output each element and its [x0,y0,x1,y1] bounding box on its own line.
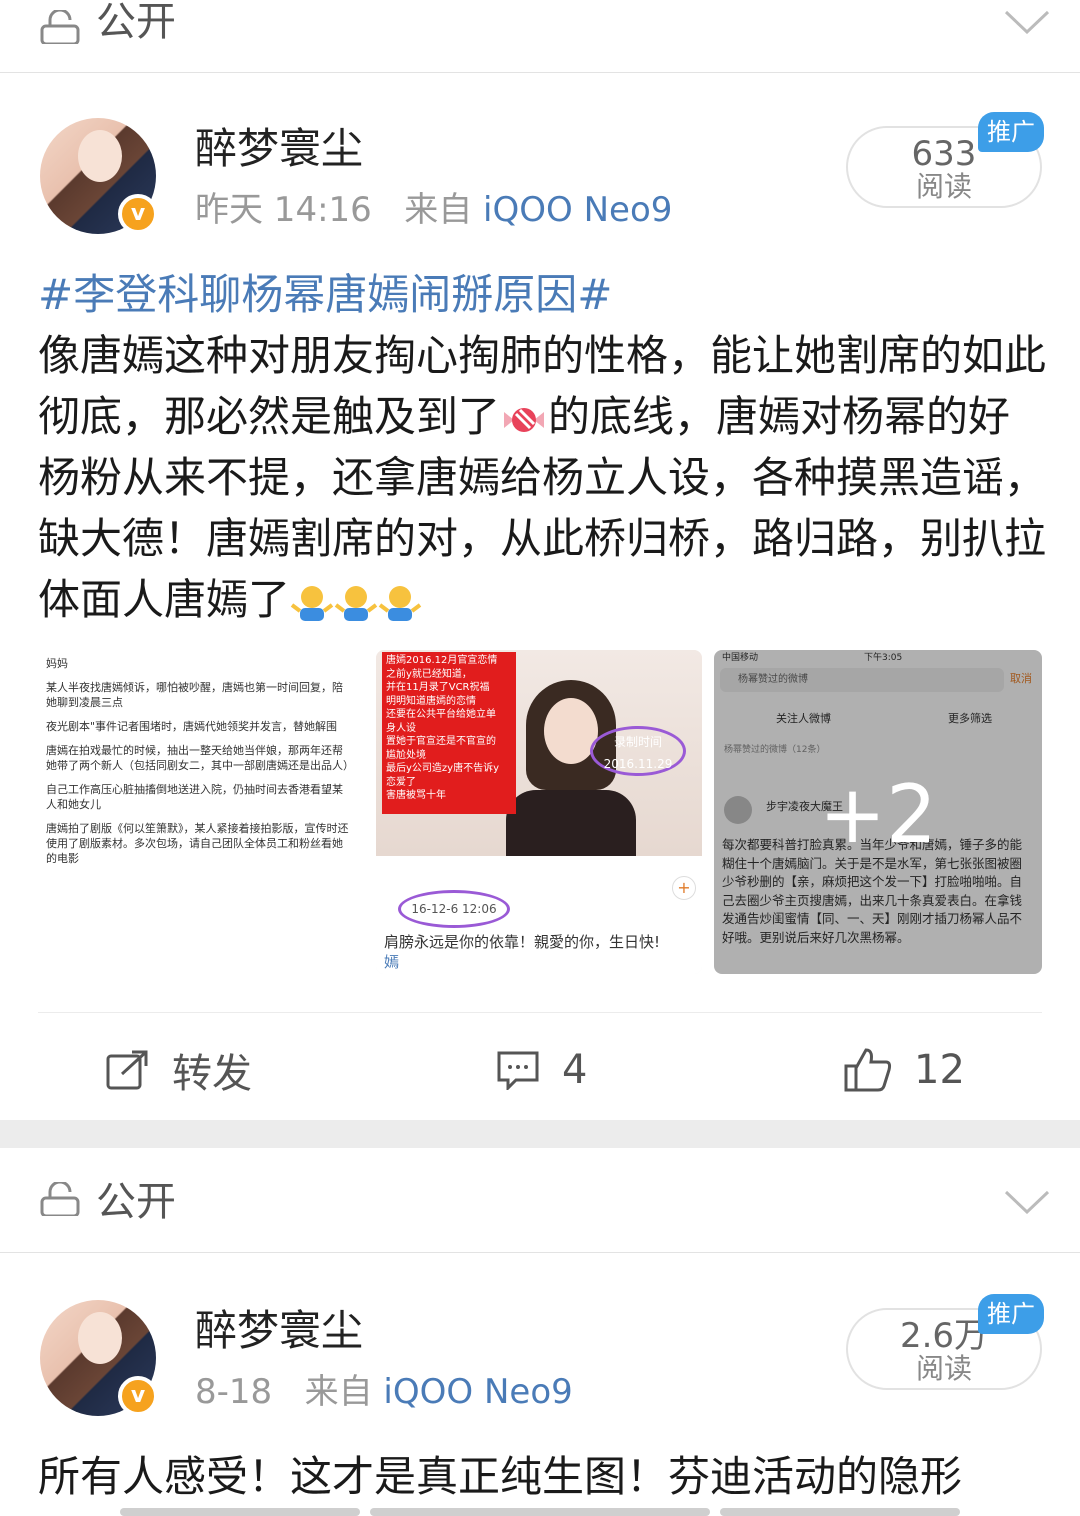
verified-badge-icon: v [118,1376,158,1416]
overlay-text: 置她于官宣还是不官宣的 [386,736,496,747]
read-label: 阅读 [915,1352,972,1385]
visibility-row[interactable]: 公开 [0,1148,1080,1253]
repost-icon [106,1050,148,1090]
chevron-down-icon[interactable] [1004,1190,1050,1214]
overlay-text: 最后y公司造zy唐不告诉y [386,763,500,774]
more-images-count: +2 [819,768,937,861]
overlay-text: 之前y就已经知道， [386,668,472,680]
shrug-emoji-icon [290,585,334,621]
overlay-text: 恋爱了 [386,776,416,788]
scroll-indicator [120,1508,360,1516]
post-meta: 8-18 来自 iQOO Neo9 [195,1372,573,1412]
image-date-stamp: 16-12-6 12:06 [398,890,510,928]
from-label: 来自 [404,190,473,230]
image-caption: 肩膀永远是你的依靠！親愛的你，生日快! [384,933,661,951]
post-image-3[interactable]: 中国移动 下午3:05 杨幂赞过的微博 取消 关注人微博 更多筛选 杨幂赞过的微… [714,650,1042,974]
read-label: 阅读 [915,170,972,203]
overlay-text: 尴尬处境 [386,749,426,761]
like-button[interactable]: 12 [844,1040,965,1100]
hashtag-link[interactable]: #李登科聊杨幂唐嫣闹掰原因# [38,270,612,319]
promote-badge[interactable]: 推广 [978,112,1044,152]
username[interactable]: 醉梦寰尘 [195,124,363,174]
image-text-line: 唐嫣拍了剧版《何以笙箫默》，某人紧接着接拍影版，宣传时还使用了剧版素材。多次包场… [46,822,349,865]
lock-icon [40,1182,80,1216]
lock-icon [40,10,80,44]
verified-badge-icon: v [118,194,158,234]
comment-button[interactable]: 4 [496,1040,587,1100]
visibility-label: 公开 [96,1179,176,1225]
image-text-line: 夜光剧本"事件记者围堵时，唐嫣代她领奖并发言，替她解围 [46,720,338,733]
image-text-line: 自己工作高压心脏抽搐倒地送进入院，仍抽时间去香港看望某人和她女儿 [46,783,343,811]
overlay-text: 害唐被骂十年 [386,790,446,801]
like-count: 12 [914,1047,965,1093]
post-image-2[interactable]: 唐嫣2016.12月官宣恋情 之前y就已经知道， 并在11月录了VCR祝福 明明… [376,650,702,974]
repost-button[interactable]: 转发 [106,1040,252,1100]
post-time: 昨天 14:16 [195,190,372,230]
image-text-line: 某人半夜找唐嫣倾诉，哪怕被吵醒，唐嫣也第一时间回复，陪她聊到凌晨三点 [46,681,343,709]
promote-badge[interactable]: 推广 [978,1294,1044,1334]
record-time-stamp: 录制时间 2016.11.29 [590,726,686,776]
overlay-text: 唐嫣2016.12月官宣恋情 [386,655,498,666]
chevron-down-icon[interactable] [1004,10,1050,34]
shrug-emoji-icon [334,585,378,621]
device-source[interactable]: iQOO Neo9 [383,1372,572,1412]
add-icon: + [672,876,696,900]
visibility-label: 公开 [96,0,176,45]
image-text-line: 唐嫣在拍戏最忙的时候，抽出一整天给她当伴娘，那两年还帮她带了两个新人（包括同剧女… [46,744,354,772]
image-text-line: 妈妈 [46,657,68,670]
device-source[interactable]: iQOO Neo9 [483,190,672,230]
post-text: 所有人感受！这才是真正纯生图！芬迪活动的隐形 [38,1452,963,1501]
repost-label: 转发 [172,1051,252,1097]
shrug-emoji-icon [378,585,422,621]
overlay-text: 身人设 [386,722,416,734]
thumbs-up-icon [844,1048,892,1092]
overlay-text: 并在11月录了VCR祝福 [386,682,490,693]
post-text: #李登科聊杨幂唐嫣闹掰原因# 像唐嫣这种对朋友掏心掏肺的性格，能让她割席的如此彻… [38,264,1048,630]
scroll-indicator [720,1508,960,1516]
shrug-emoji-group [290,575,422,624]
overlay-text: 明明知道唐嫣的恋情 [386,695,476,707]
comment-count: 4 [562,1047,588,1093]
scroll-indicator [370,1508,710,1516]
from-label: 来自 [304,1372,373,1412]
section-gap [0,1120,1080,1148]
image-caption-2: 嫣 [384,953,400,971]
post-image-1[interactable]: 妈妈 某人半夜找唐嫣倾诉，哪怕被吵醒，唐嫣也第一时间回复，陪她聊到凌晨三点 夜光… [38,650,358,974]
overlay-text: 还要在公共平台给她立单 [386,709,496,720]
post-time: 8-18 [195,1372,273,1412]
post-meta: 昨天 14:16 来自 iQOO Neo9 [195,190,672,230]
comment-icon [497,1051,539,1090]
username[interactable]: 醉梦寰尘 [195,1306,363,1356]
candy-icon [504,407,545,432]
divider [38,1012,1042,1013]
visibility-row[interactable]: 公开 [0,0,1080,73]
